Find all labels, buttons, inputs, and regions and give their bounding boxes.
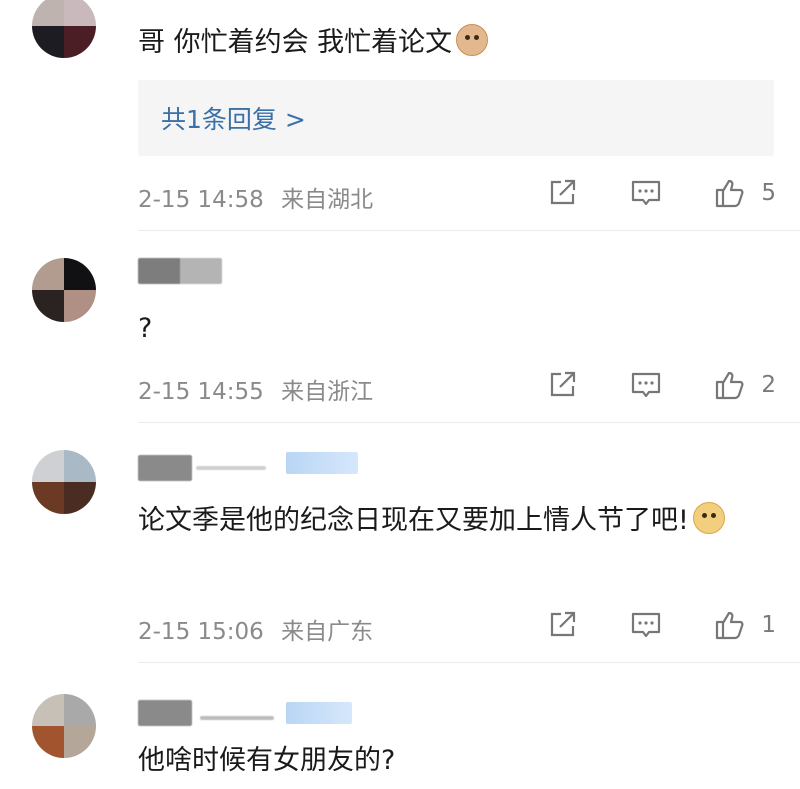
bear-face-emoji: [456, 24, 489, 56]
like-button[interactable]: 5: [713, 176, 776, 210]
view-replies-link[interactable]: 共1条回复 >: [161, 100, 306, 136]
username-blurred[interactable]: [138, 700, 192, 726]
like-count: 1: [761, 612, 776, 638]
comment-text: 他啥时候有女朋友的?: [138, 745, 396, 776]
like-button[interactable]: 2: [713, 368, 776, 402]
comment-time: 2-15 15:06: [138, 619, 264, 645]
avatar[interactable]: [32, 694, 96, 758]
like-count: 2: [761, 372, 776, 398]
comment-icon: [632, 180, 661, 206]
avatar[interactable]: [32, 450, 96, 514]
thumbs-up-icon: [716, 611, 744, 640]
username-blurred[interactable]: [138, 455, 192, 481]
comment-text: 论文季是他的纪念日现在又要加上情人节了吧!: [138, 498, 770, 544]
comment-icon: [632, 612, 661, 638]
divider: [138, 422, 800, 423]
comment-meta: 2-15 14:55 来自浙江: [138, 372, 373, 406]
comment-actions: 5: [495, 176, 776, 210]
thumbs-up-icon: [716, 179, 744, 208]
member-badge-blurred: [286, 452, 358, 474]
username-blurred[interactable]: [138, 258, 222, 284]
comment-location: 来自浙江: [281, 379, 374, 405]
comment-button[interactable]: [629, 608, 663, 642]
comment-actions: 2: [495, 368, 776, 402]
share-button[interactable]: [545, 176, 579, 210]
comment-text: 哥 你忙着约会 我忙着论文: [138, 20, 770, 66]
thumbs-up-icon: [716, 371, 744, 400]
share-button[interactable]: [545, 608, 579, 642]
comment-icon: [632, 372, 661, 398]
like-button[interactable]: 1: [713, 608, 776, 642]
comment-button[interactable]: [629, 176, 663, 210]
avatar[interactable]: [32, 0, 96, 58]
share-icon: [551, 179, 576, 205]
comment-time: 2-15 14:58: [138, 187, 264, 213]
avatar[interactable]: [32, 258, 96, 322]
username-blurred: [196, 466, 266, 470]
comment-time: 2-15 14:55: [138, 379, 264, 405]
share-button[interactable]: [545, 368, 579, 402]
comment-text: ?: [138, 313, 153, 344]
username-blurred: [200, 716, 274, 720]
divider: [138, 662, 800, 663]
member-badge-blurred: [286, 702, 352, 724]
comment-actions: 1: [495, 608, 776, 642]
like-count: 5: [761, 180, 776, 206]
doge-face-emoji: [692, 502, 725, 534]
comment-meta: 2-15 14:58 来自湖北: [138, 180, 373, 214]
share-icon: [551, 371, 576, 397]
divider: [138, 230, 800, 231]
comment-location: 来自广东: [281, 619, 374, 645]
comment-location: 来自湖北: [281, 187, 374, 213]
comment-meta: 2-15 15:06 来自广东: [138, 612, 373, 646]
share-icon: [551, 611, 576, 637]
comment-button[interactable]: [629, 368, 663, 402]
reply-preview-box[interactable]: 共1条回复 >: [138, 80, 774, 156]
